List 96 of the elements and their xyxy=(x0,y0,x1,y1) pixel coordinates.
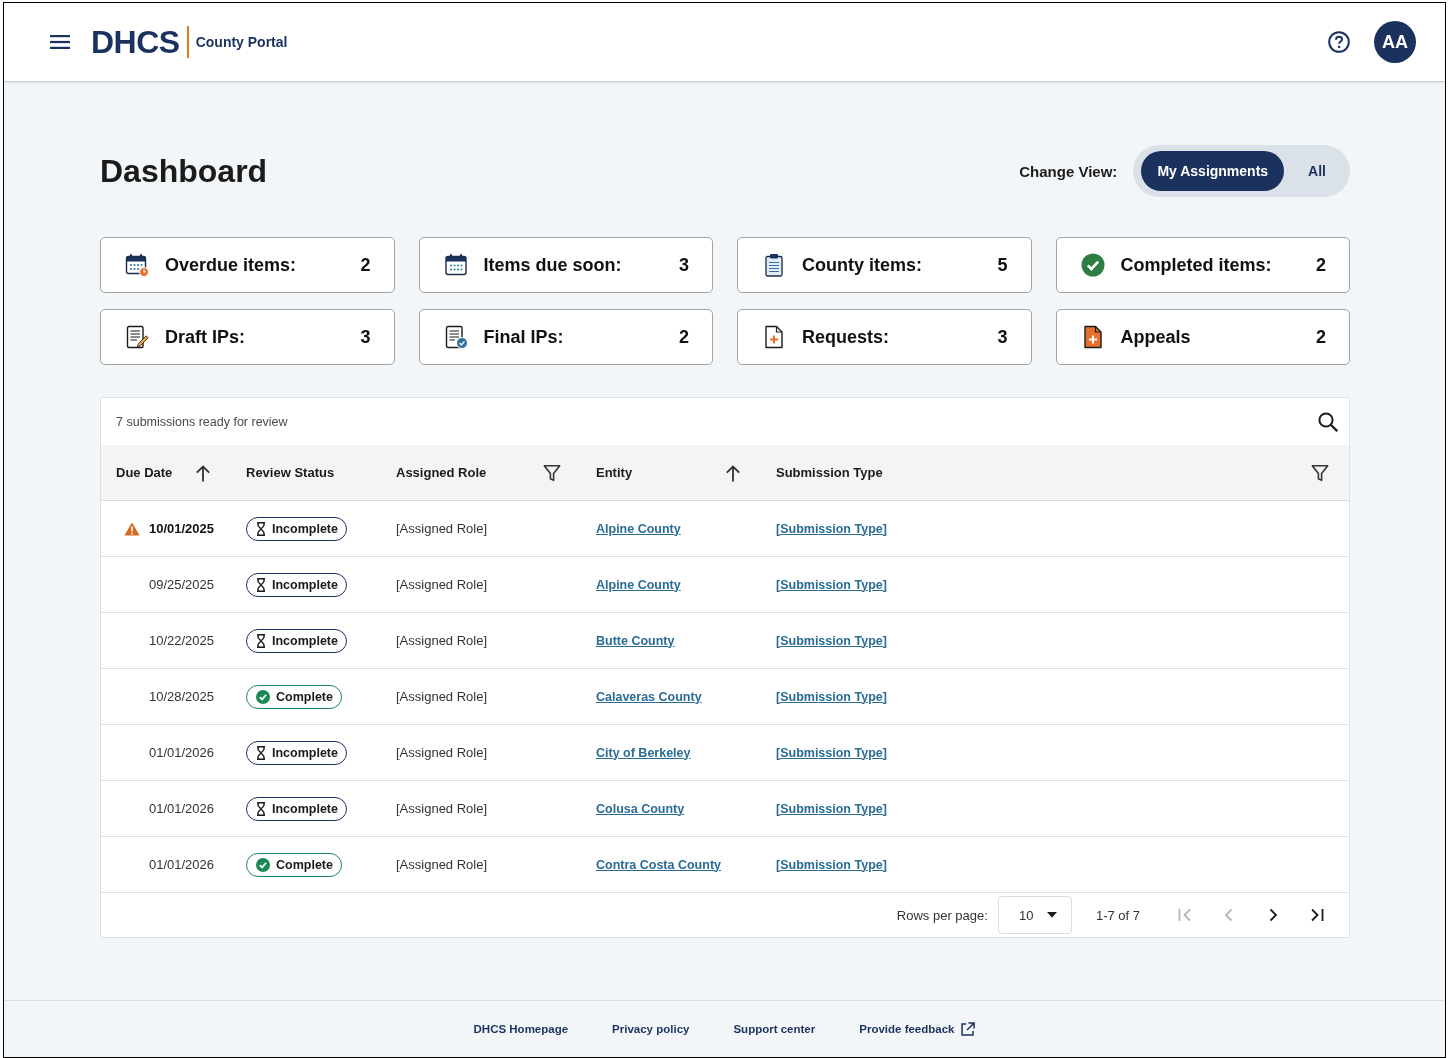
column-header: Review Status xyxy=(246,465,335,480)
arrow-up-icon[interactable] xyxy=(725,463,741,482)
submission-type-link[interactable]: [Submission Type] xyxy=(776,577,887,592)
document-plus-icon xyxy=(762,325,786,349)
status-label: Complete xyxy=(276,857,333,872)
document-pencil-icon xyxy=(125,325,149,349)
footer-link[interactable]: DHCS Homepage xyxy=(473,1023,569,1035)
logo-text[interactable]: DHCS xyxy=(91,26,180,58)
submission-type-link[interactable]: [Submission Type] xyxy=(776,801,887,816)
status-label: Incomplete xyxy=(272,577,338,592)
check-circle-icon xyxy=(256,689,270,704)
filter-icon[interactable] xyxy=(1311,463,1329,482)
clipboard-icon xyxy=(762,253,786,277)
hourglass-icon xyxy=(256,633,266,648)
last-page-icon[interactable] xyxy=(1310,908,1324,922)
submission-type-link[interactable]: [Submission Type] xyxy=(776,633,887,648)
card-count: 3 xyxy=(679,254,689,276)
menu-icon[interactable] xyxy=(50,35,70,49)
card-label: Completed items: xyxy=(1120,254,1273,276)
entity-link[interactable]: Alpine County xyxy=(596,521,681,536)
assigned-role: [Assigned Role] xyxy=(396,857,488,872)
due-date: 10/01/2025 xyxy=(148,521,214,536)
due-date: 01/01/2026 xyxy=(148,745,214,760)
card-label: Requests: xyxy=(802,326,891,348)
rows-per-page-label: Rows per page: xyxy=(896,907,988,923)
calendar-icon xyxy=(443,253,468,277)
external-link-icon xyxy=(960,1021,976,1037)
column-header: Submission Type xyxy=(776,465,883,480)
view-toggle-button[interactable]: My Assignments xyxy=(1141,151,1285,191)
avatar[interactable]: AA xyxy=(1374,21,1416,63)
card-count: 2 xyxy=(679,326,689,348)
card-label: Final IPs: xyxy=(483,326,565,348)
column-header: Entity xyxy=(596,465,633,480)
hourglass-icon xyxy=(256,521,266,536)
footer-link[interactable]: Support center xyxy=(733,1023,816,1035)
assigned-role: [Assigned Role] xyxy=(396,521,488,536)
card-count: 2 xyxy=(360,254,371,276)
search-icon[interactable] xyxy=(1318,411,1338,432)
document-check-icon xyxy=(443,325,468,349)
card-count: 2 xyxy=(1316,326,1326,348)
status-label: Incomplete xyxy=(272,745,338,760)
footer-link[interactable]: Privacy policy xyxy=(612,1023,690,1035)
status-label: Incomplete xyxy=(272,633,338,648)
entity-link[interactable]: Calaveras County xyxy=(596,689,702,704)
page-title: Dashboard xyxy=(100,152,268,190)
table-caption: 7 submissions ready for review xyxy=(116,414,288,429)
due-date: 10/28/2025 xyxy=(148,689,214,704)
column-header: Due Date xyxy=(116,465,173,480)
assigned-role: [Assigned Role] xyxy=(396,689,488,704)
assigned-role: [Assigned Role] xyxy=(396,577,488,592)
due-date: 09/25/2025 xyxy=(148,577,214,592)
hourglass-icon xyxy=(256,745,266,760)
submission-type-link[interactable]: [Submission Type] xyxy=(776,857,887,872)
entity-link[interactable]: Colusa County xyxy=(596,801,685,816)
due-date: 01/01/2026 xyxy=(148,857,214,872)
status-label: Complete xyxy=(276,689,333,704)
status-label: Incomplete xyxy=(272,521,338,536)
change-view-label: Change View: xyxy=(1019,162,1118,180)
check-circle-icon xyxy=(1080,253,1105,277)
footer-link[interactable]: Provide feedback xyxy=(859,1021,976,1037)
card-count: 3 xyxy=(360,326,371,348)
view-toggle-button[interactable]: All xyxy=(1292,151,1342,191)
calendar-clock-icon xyxy=(125,253,149,277)
status-label: Incomplete xyxy=(272,801,338,816)
filter-icon[interactable] xyxy=(543,463,561,482)
assigned-role: [Assigned Role] xyxy=(396,801,488,816)
hourglass-icon xyxy=(256,577,266,592)
assigned-role: [Assigned Role] xyxy=(396,745,488,760)
card-count: 2 xyxy=(1316,254,1326,276)
page-range: 1-7 of 7 xyxy=(1095,907,1140,923)
due-date: 10/22/2025 xyxy=(148,633,214,648)
help-icon[interactable] xyxy=(1328,31,1350,53)
rows-per-page-select[interactable]: 10 xyxy=(997,896,1072,934)
submission-type-link[interactable]: [Submission Type] xyxy=(776,689,887,704)
caret-icon xyxy=(1046,912,1057,918)
check-circle-icon xyxy=(256,857,270,872)
card-label: County items: xyxy=(802,254,923,276)
card-label: Draft IPs: xyxy=(165,326,246,348)
entity-link[interactable]: Contra Costa County xyxy=(596,857,721,872)
hourglass-icon xyxy=(256,801,266,816)
card-label: Items due soon: xyxy=(483,254,623,276)
arrow-up-icon[interactable] xyxy=(195,463,211,482)
card-label: Overdue items: xyxy=(165,254,298,276)
warning-icon xyxy=(123,521,140,536)
app-name: County Portal xyxy=(195,34,288,50)
card-count: 5 xyxy=(997,254,1008,276)
entity-link[interactable]: Alpine County xyxy=(596,577,681,592)
assigned-role: [Assigned Role] xyxy=(396,633,488,648)
due-date: 01/01/2026 xyxy=(148,801,214,816)
entity-link[interactable]: Butte County xyxy=(596,633,675,648)
card-count: 3 xyxy=(997,326,1008,348)
entity-link[interactable]: City of Berkeley xyxy=(596,745,691,760)
card-label: Appeals xyxy=(1120,326,1192,348)
column-header: Assigned Role xyxy=(396,465,487,480)
submission-type-link[interactable]: [Submission Type] xyxy=(776,745,887,760)
submission-type-link[interactable]: [Submission Type] xyxy=(776,521,887,536)
